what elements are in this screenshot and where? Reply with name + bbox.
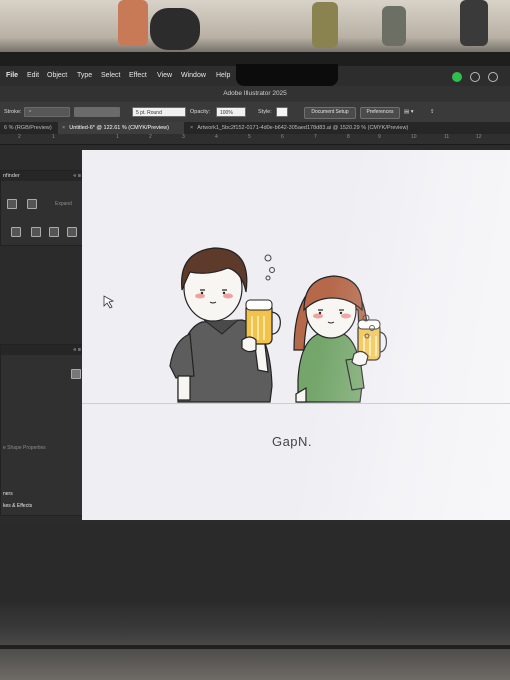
camera-notch — [236, 64, 338, 86]
ruler-label: 7 — [314, 134, 317, 140]
illustration — [103, 247, 387, 403]
ruler-label: 2 — [149, 134, 152, 140]
document-tabs: 6 % (RGB/Preview) × Untitled-6* @ 122.61 … — [0, 122, 510, 134]
style-swatch[interactable] — [276, 107, 288, 117]
control-center-icon[interactable] — [488, 72, 498, 82]
shape-properties-label: e Shape Properties — [3, 445, 46, 451]
ruler-label: 1 — [116, 134, 119, 140]
guide-line — [82, 403, 510, 404]
style-label: Style: — [258, 109, 272, 115]
arrange-icon[interactable]: ▤ ▾ — [404, 109, 414, 115]
status-area — [0, 522, 510, 606]
figurine — [150, 8, 200, 50]
opacity-field[interactable]: 100% — [216, 107, 246, 117]
unite-icon[interactable] — [7, 199, 17, 209]
ruler-label: 12 — [476, 134, 482, 140]
strokes-effects-label: kes & Effects — [3, 503, 33, 509]
ruler-label: 9 — [378, 134, 381, 140]
title-bar: Adobe Illustrator 2025 — [0, 86, 510, 102]
minus-front-icon[interactable] — [27, 199, 37, 209]
ruler-label: 4 — [215, 134, 218, 140]
menu-view[interactable]: View — [157, 72, 172, 79]
menu-type[interactable]: Type — [77, 72, 92, 79]
preferences-button[interactable]: Preferences — [360, 107, 400, 119]
panel-menu-icon[interactable]: « ≡ — [73, 171, 81, 181]
properties-panel: « ≡ e Shape Properties ners kes & Effect… — [0, 344, 86, 516]
opacity-value: 100% — [220, 110, 233, 116]
control-bar: Stroke: ⌃ 5 pt. Round Opacity: 100% Styl… — [0, 102, 510, 122]
ruler-label: 2 — [18, 134, 21, 140]
boy-figure — [169, 247, 281, 403]
hinge-line — [0, 645, 510, 649]
figurine — [312, 2, 338, 48]
share-icon[interactable]: ⇪ — [430, 109, 435, 115]
tab-doc-1[interactable]: 6 % (RGB/Preview) — [0, 122, 56, 134]
menu-window[interactable]: Window — [181, 72, 206, 79]
status-icon[interactable] — [452, 72, 462, 82]
close-icon[interactable]: × — [190, 125, 193, 131]
ruler-label: 8 — [347, 134, 350, 140]
close-icon[interactable]: × — [62, 125, 65, 131]
menu-help[interactable]: Help — [216, 72, 230, 79]
pathfinder-panel: nfinder « ≡ Expand — [0, 170, 86, 246]
figurine — [382, 6, 406, 46]
brush-definition[interactable]: 5 pt. Round — [132, 107, 186, 117]
laptop-bottom-frame — [0, 600, 510, 680]
lock-icon[interactable] — [71, 369, 81, 379]
artboard[interactable] — [82, 150, 510, 520]
figurine — [460, 0, 488, 46]
horizontal-ruler[interactable]: 2 1 1 2 3 4 5 6 7 8 9 10 11 12 — [0, 134, 510, 145]
figurine — [118, 0, 148, 46]
menu-effect[interactable]: Effect — [129, 72, 147, 79]
ruler-label: 10 — [411, 134, 417, 140]
ruler-label: 5 — [248, 134, 251, 140]
menu-file[interactable]: File — [6, 72, 18, 79]
menu-object[interactable]: Object — [47, 72, 67, 79]
ruler-label: 11 — [444, 134, 450, 140]
expand-button[interactable]: Expand — [55, 201, 72, 207]
properties-panel-title: « ≡ — [1, 345, 85, 355]
brand-text: GapN. — [271, 434, 313, 449]
tab-untitled-6[interactable]: × Untitled-6* @ 122.61 % (CMYK/Preview) — [58, 122, 184, 134]
corners-label: ners — [3, 491, 13, 497]
laptop-screen: File Edit Object Type Select Effect View… — [0, 66, 510, 606]
stroke-weight-field[interactable]: ⌃ — [24, 107, 70, 117]
tab-artwork1[interactable]: × Artwork1_5bc2f152-0171-4d0e-b642-305aed… — [186, 122, 510, 134]
stroke-label: Stroke: — [4, 109, 22, 115]
opacity-label: Opacity: — [190, 109, 211, 115]
ruler-label: 3 — [182, 134, 185, 140]
trim-icon[interactable] — [31, 227, 41, 237]
girl-figure — [293, 275, 387, 403]
panel-menu-icon[interactable]: « ≡ — [73, 345, 81, 355]
search-icon[interactable] — [470, 72, 480, 82]
ruler-label: 1 — [52, 134, 55, 140]
document-setup-button[interactable]: Document Setup — [304, 107, 356, 119]
crop-icon[interactable] — [67, 227, 77, 237]
variable-width-profile[interactable] — [74, 107, 120, 117]
menu-edit[interactable]: Edit — [27, 72, 39, 79]
merge-icon[interactable] — [49, 227, 59, 237]
ruler-label: 6 — [281, 134, 284, 140]
cursor-icon — [103, 295, 115, 309]
menu-select[interactable]: Select — [101, 72, 120, 79]
brush-value: 5 pt. Round — [136, 110, 162, 116]
app-title: Adobe Illustrator 2025 — [223, 90, 287, 97]
pathfinder-panel-title: nfinder « ≡ — [1, 171, 85, 181]
divide-icon[interactable] — [11, 227, 21, 237]
